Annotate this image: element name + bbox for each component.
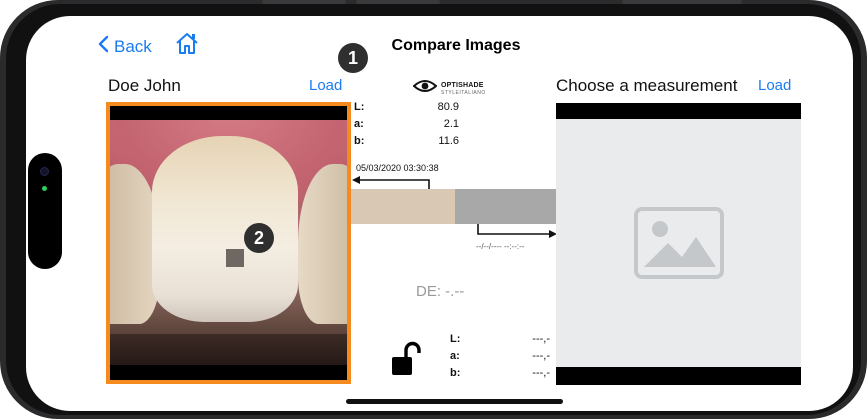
mouth-shadow [110, 334, 347, 365]
lab-l-label: L: [450, 333, 461, 345]
lock-toggle[interactable] [391, 341, 423, 382]
lab-l-value: ---,- [532, 333, 550, 345]
lab-b-value: 11.6 [438, 135, 459, 147]
choose-measurement-label: Choose a measurement [556, 76, 738, 95]
callout-badge-1: 1 [338, 43, 368, 73]
tooth-photo [110, 120, 347, 365]
back-button[interactable]: Back [98, 35, 152, 58]
lab-l-value: 80.9 [437, 101, 459, 113]
callout-badge-2: 2 [244, 223, 274, 253]
lab-a-label: a: [354, 118, 364, 130]
reference-color-swatch [351, 189, 455, 224]
compared-image-slot[interactable] [556, 103, 801, 385]
compared-lab-values: L: ---,- a: ---,- b: ---,- [450, 333, 550, 385]
delta-e-value: DE: -.-- [416, 283, 465, 300]
reference-lab-values: L: 80.9 a: 2.1 b: 11.6 [354, 101, 459, 153]
indicator-led [42, 186, 47, 191]
sample-marker[interactable] [226, 249, 244, 267]
load-right-button[interactable]: Load [758, 77, 791, 94]
reference-image[interactable] [106, 102, 351, 384]
logo-name: OPTISHADE [441, 81, 484, 89]
lab-l-label: L: [354, 101, 365, 113]
patient-name: Doe John [108, 76, 181, 95]
image-placeholder [556, 119, 801, 367]
lab-b-value: ---,- [532, 367, 550, 379]
lab-a-label: a: [450, 350, 460, 362]
phone-bezel: Back Compare Images 1 Doe John Load Choo… [6, 4, 861, 415]
app-screen: Back Compare Images 1 Doe John Load Choo… [26, 16, 853, 411]
compared-color-swatch [455, 189, 556, 224]
back-label: Back [114, 36, 152, 56]
chevron-left-icon [98, 35, 109, 58]
reference-timestamp: 05/03/2020 03:30:38 [356, 163, 439, 173]
dynamic-island [28, 153, 62, 269]
unlocked-padlock-icon [391, 341, 423, 381]
lab-b-label: b: [354, 135, 365, 147]
optishade-logo: OPTISHADE STYLEITALIANO [412, 79, 486, 98]
page-title: Compare Images [391, 37, 521, 54]
camera-icon [40, 167, 49, 176]
home-icon [174, 33, 200, 59]
eye-icon [412, 79, 438, 98]
logo-tagline: STYLEITALIANO [441, 89, 486, 96]
lab-b-label: b: [450, 367, 461, 379]
compared-timestamp: --/--/---- --:--:-- [476, 242, 525, 251]
arrow-right-icon [477, 224, 557, 238]
home-indicator[interactable] [346, 399, 563, 404]
lab-a-value: 2.1 [443, 118, 459, 130]
home-button[interactable] [174, 31, 200, 60]
image-placeholder-icon [634, 207, 724, 284]
central-tooth [152, 136, 298, 322]
load-left-button[interactable]: Load [309, 77, 342, 94]
lab-a-value: ---,- [532, 350, 550, 362]
phone-frame: Back Compare Images 1 Doe John Load Choo… [0, 0, 867, 419]
